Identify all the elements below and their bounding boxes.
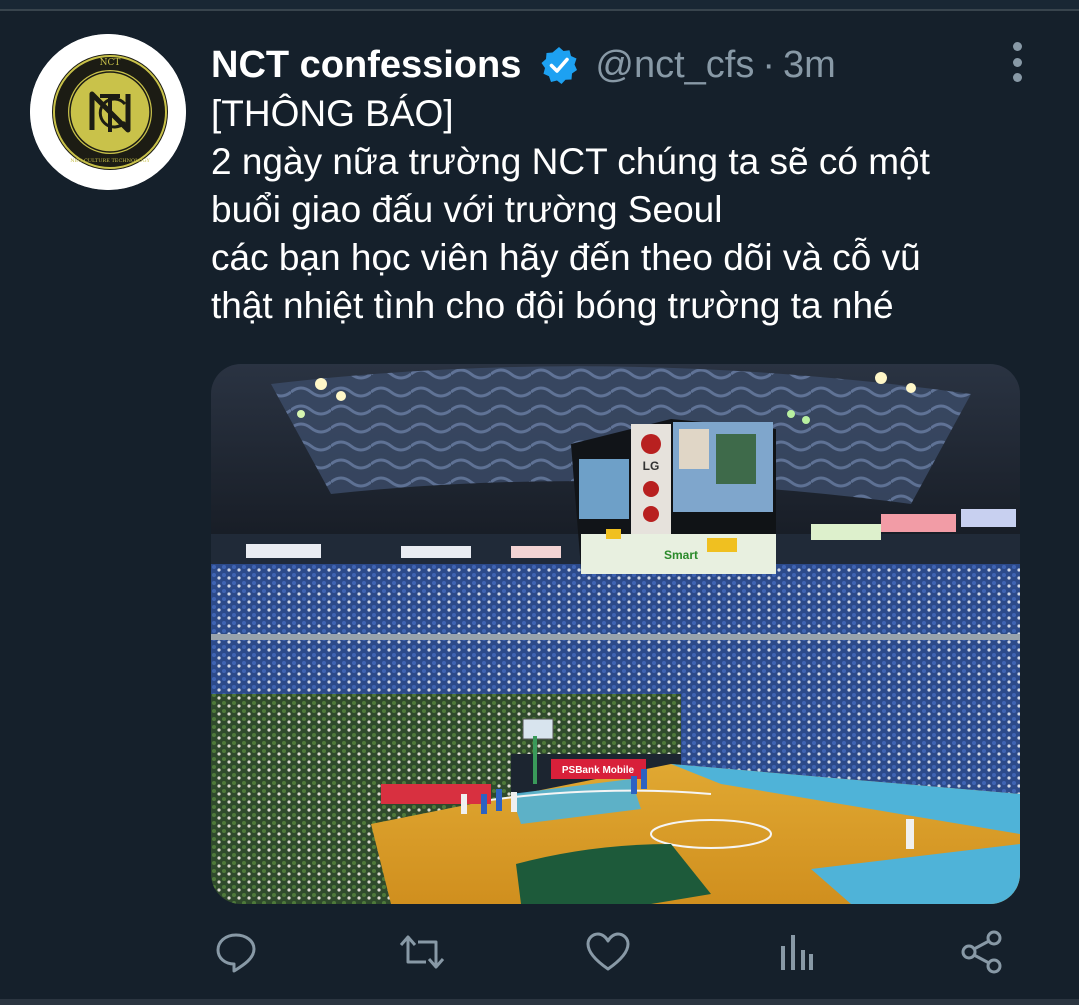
basketball-arena-photo-icon: LG Smart PSBank Mobile [211,364,1020,904]
logo-ring-text: NEO CULTURE TECHNOLOGY [70,158,150,164]
heart-icon [586,932,630,971]
more-options-icon[interactable] [1004,40,1030,84]
court-banner: PSBank Mobile [562,765,635,776]
verified-badge-icon [539,45,579,85]
timestamp[interactable]: 3m [783,44,836,87]
retweet-button[interactable] [398,928,446,976]
sponsor-text: Smart [664,548,698,562]
bottom-divider [0,999,1079,1005]
display-name[interactable]: NCT confessions [211,44,521,87]
speech-bubble-icon [216,933,256,973]
action-bar [0,928,1079,980]
scoreboard: LG Smart [571,419,776,574]
bar-chart-icon [781,935,813,970]
top-divider [0,0,1079,11]
avatar[interactable]: NCT NEO CULTURE TECHNOLOGY [30,34,186,190]
tweet-header: NCT confessions @nct_cfs · 3m [211,40,836,90]
scoreboard-brand: LG [643,459,660,473]
logo-letters: NCT [100,58,121,68]
tweet-text-line: thật nhiệt tình cho đội bóng trường ta n… [211,285,894,326]
handle[interactable]: @nct_cfs [595,44,754,87]
analytics-button[interactable] [771,928,819,976]
retweet-icon [399,935,445,969]
reply-button[interactable] [212,928,260,976]
tweet-text: [THÔNG BÁO] 2 ngày nữa trường NCT chúng … [211,90,1051,330]
tweet-photo[interactable]: LG Smart PSBank Mobile [211,364,1020,904]
share-icon [961,930,1002,974]
tweet-text-line: [THÔNG BÁO] [211,93,454,134]
separator-dot: · [762,43,776,86]
tweet-text-line: 2 ngày nữa trường NCT chúng ta sẽ có một [211,141,930,182]
tweet-text-line: các bạn học viên hãy đến theo dõi và cỗ … [211,237,921,278]
tweet-text-line: buổi giao đấu với trường Seoul [211,189,723,230]
share-button[interactable] [958,928,1006,976]
like-button[interactable] [584,928,632,976]
tweet-view: NCT NEO CULTURE TECHNOLOGY NCT confessio… [0,0,1079,1005]
nct-logo-icon: NCT NEO CULTURE TECHNOLOGY [30,34,186,190]
